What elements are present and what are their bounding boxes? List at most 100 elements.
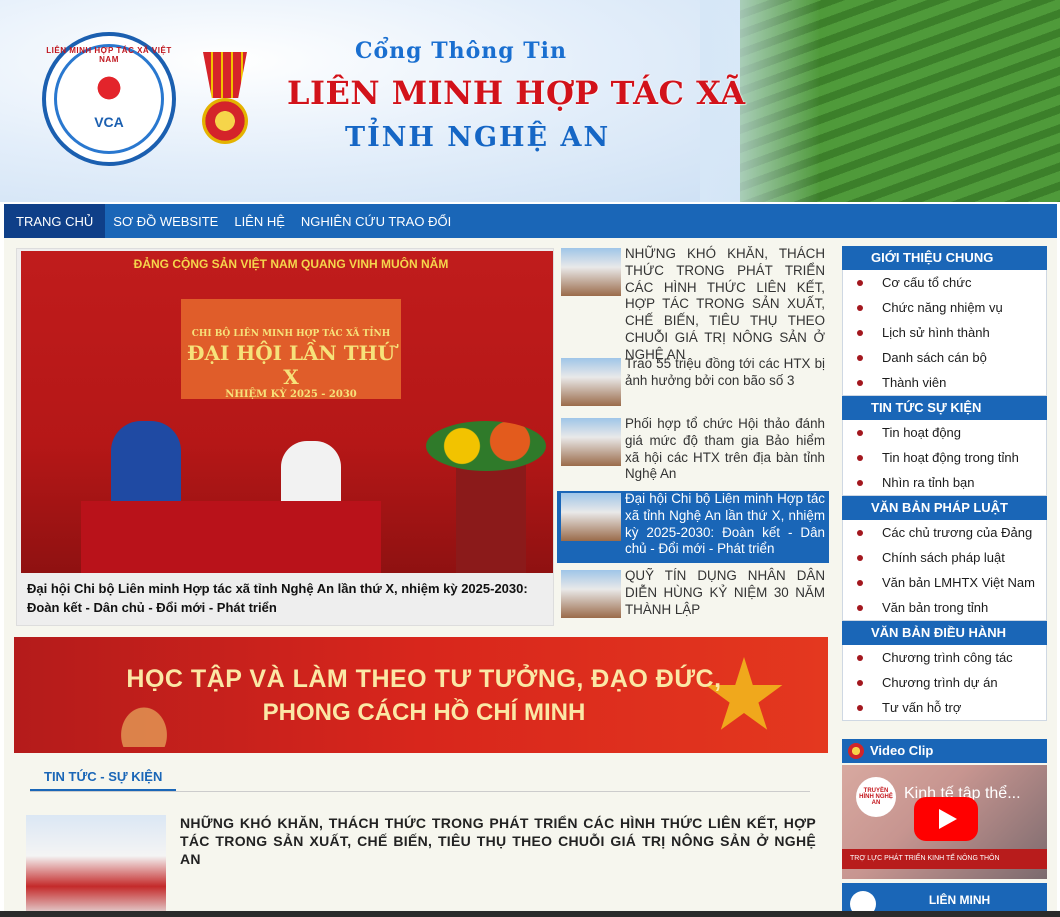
sidebar-item[interactable]: Chính sách pháp luật [843, 545, 1046, 570]
site-title-line2: LIÊN MINH HỢP TÁC XÃ [287, 74, 746, 112]
news-title[interactable]: Phối hợp tổ chức Hội thảo đánh giá mức đ… [625, 416, 825, 490]
video-strip-text: TRỢ LỰC PHÁT TRIỂN KINH TẾ NÔNG THÔN [842, 849, 1047, 869]
news-title[interactable]: NHỮNG KHÓ KHĂN, THÁCH THỨC TRONG PHÁT TR… [625, 246, 825, 362]
bullet-icon [857, 604, 863, 611]
sidebar-heading-legal[interactable]: VĂN BẢN PHÁP LUẬT [842, 496, 1047, 520]
video-player[interactable]: TRUYỀN HÌNH NGHỆ AN Kinh tế tập thể... T… [842, 765, 1047, 879]
promo-line2: PHONG CÁCH HỒ CHÍ MINH [262, 699, 586, 726]
bullet-icon [857, 354, 863, 361]
news-title[interactable]: NHỮNG KHÓ KHĂN, THÁCH THỨC TRONG PHÁT TR… [180, 814, 816, 868]
sidebar-item-label[interactable]: Cơ cấu tổ chức [882, 275, 971, 290]
news-thumbnail[interactable] [561, 570, 621, 618]
header-banner[interactable]: LIÊN MINH HỢP TÁC XÃ VIỆT NAM VCA Cổng T… [0, 0, 1060, 202]
news-thumbnail[interactable] [561, 493, 621, 541]
featured-article[interactable]: ĐẢNG CỘNG SẢN VIỆT NAM QUANG VINH MUÔN N… [16, 248, 554, 626]
news-thumbnail[interactable] [561, 358, 621, 406]
sidebar-item[interactable]: Thành viên [843, 370, 1046, 395]
photo-person [111, 421, 181, 511]
video-heading-label: Video Clip [870, 743, 934, 758]
medal-ribbon [203, 52, 247, 98]
news-title[interactable]: Trao 55 triệu đồng tới các HTX bị ảnh hư… [625, 356, 825, 416]
sidebar-item-label[interactable]: Tư vấn hỗ trợ [882, 700, 961, 715]
list-item[interactable]: Phối hợp tổ chức Hội thảo đánh giá mức đ… [557, 416, 829, 490]
sidebar-item-label[interactable]: Chương trình công tác [882, 650, 1013, 665]
sidebar-item[interactable]: Các chủ trương của Đảng [843, 520, 1046, 545]
bottom-scrollbar[interactable] [0, 911, 1060, 917]
bullet-icon [857, 454, 863, 461]
sidebar-item[interactable]: Tư vấn hỗ trợ [843, 695, 1046, 720]
sidebar-item[interactable]: Văn bản trong tỉnh [843, 595, 1046, 620]
sidebar-item-label[interactable]: Các chủ trương của Đảng [882, 525, 1032, 540]
featured-caption[interactable]: Đại hội Chi bộ Liên minh Hợp tác xã tỉnh… [27, 579, 547, 617]
sidebar-item-label[interactable]: Lịch sử hình thành [882, 325, 990, 340]
sidebar-list-admin: Chương trình công tác Chương trình dự án… [842, 645, 1047, 721]
sidebar-item-label[interactable]: Tin hoạt động trong tỉnh [882, 450, 1019, 465]
photo-table [81, 501, 381, 573]
sidebar-item-label[interactable]: Nhìn ra tỉnh bạn [882, 475, 975, 490]
news-list: NHỮNG KHÓ KHĂN, THÁCH THỨC TRONG PHÁT TR… [557, 246, 829, 626]
site-title-line1: Cổng Thông Tin [355, 38, 568, 64]
video-clip-heading: Video Clip [842, 739, 1047, 763]
stage-line3: NHIỆM KỲ 2025 - 2030 [225, 389, 357, 400]
news-thumbnail[interactable] [561, 418, 621, 466]
nav-item-contact[interactable]: LIÊN HỆ [226, 204, 293, 238]
logo-text: LIÊN MINH HỢP TÁC XÃ VIỆT NAM [46, 46, 172, 64]
list-item-selected[interactable]: Đại hội Chi bộ Liên minh Hợp tác xã tỉnh… [557, 491, 829, 563]
sidebar-item[interactable]: Cơ cấu tổ chức [843, 270, 1046, 295]
sidebar-item[interactable]: Văn bản LMHTX Việt Nam [843, 570, 1046, 595]
site-title-line3: TỈNH NGHỆ AN [345, 122, 611, 153]
sidebar-item[interactable]: Chức năng nhiệm vụ [843, 295, 1046, 320]
promo-line1: HỌC TẬP VÀ LÀM THEO TƯ TƯỞNG, ĐẠO ĐỨC, [126, 665, 722, 693]
bullet-icon [857, 579, 863, 586]
list-item[interactable]: NHỮNG KHÓ KHĂN, THÁCH THỨC TRONG PHÁT TR… [557, 246, 829, 362]
bullet-icon [857, 429, 863, 436]
sidebar-item-label[interactable]: Chính sách pháp luật [882, 550, 1005, 565]
photo-flowers [426, 421, 546, 471]
sidebar-item[interactable]: Nhìn ra tỉnh bạn [843, 470, 1046, 495]
sidebar-list-news: Tin hoạt động Tin hoạt động trong tỉnh N… [842, 420, 1047, 496]
list-item[interactable]: Trao 55 triệu đồng tới các HTX bị ảnh hư… [557, 356, 829, 416]
sidebar-item-label[interactable]: Chức năng nhiệm vụ [882, 300, 1003, 315]
tab-news-events[interactable]: TIN TỨC - SỰ KIỆN [30, 766, 177, 792]
sidebar-item-label[interactable]: Văn bản LMHTX Việt Nam [882, 575, 1035, 590]
ho-chi-minh-promo-banner[interactable]: HỌC TẬP VÀ LÀM THEO TƯ TƯỞNG, ĐẠO ĐỨC, P… [14, 637, 828, 753]
news-section: TIN TỨC - SỰ KIỆN NHỮNG KHÓ KHĂN, THÁCH … [14, 758, 828, 917]
national-emblem-icon [202, 98, 248, 144]
sidebar-heading-intro[interactable]: GIỚI THIỆU CHUNG [842, 246, 1047, 270]
play-icon[interactable] [914, 797, 978, 841]
news-title[interactable]: QUỸ TÍN DỤNG NHÂN DÂN DIỄN HÙNG KỶ NIỆM … [625, 568, 825, 624]
photo-banner-text: ĐẢNG CỘNG SẢN VIỆT NAM QUANG VINH MUÔN N… [133, 257, 449, 271]
sidebar-item-label[interactable]: Văn bản trong tỉnh [882, 600, 988, 615]
bullet-icon [857, 654, 863, 661]
sidebar-item[interactable]: Chương trình dự án [843, 670, 1046, 695]
sidebar-item[interactable]: Tin hoạt động [843, 420, 1046, 445]
nav-item-home[interactable]: TRANG CHỦ [4, 204, 106, 238]
featured-photo[interactable]: ĐẢNG CỘNG SẢN VIỆT NAM QUANG VINH MUÔN N… [21, 251, 553, 573]
sidebar-item[interactable]: Chương trình công tác [843, 645, 1046, 670]
sidebar-item[interactable]: Tin hoạt động trong tỉnh [843, 445, 1046, 470]
bullet-icon [857, 704, 863, 711]
stage-line2: ĐẠI HỘI LẦN THỨ X [187, 341, 395, 389]
bullet-icon [857, 554, 863, 561]
sidebar-heading-admin[interactable]: VĂN BẢN ĐIỀU HÀNH [842, 621, 1047, 645]
vca-logo[interactable]: LIÊN MINH HỢP TÁC XÃ VIỆT NAM VCA [42, 32, 176, 166]
stage-backdrop: CHI BỘ LIÊN MINH HỢP TÁC XÃ TỈNH ĐẠI HỘI… [181, 299, 401, 400]
sidebar-item-label[interactable]: Danh sách cán bộ [882, 350, 987, 365]
news-thumbnail[interactable] [561, 248, 621, 296]
news-title[interactable]: Đại hội Chi bộ Liên minh Hợp tác xã tỉnh… [625, 491, 825, 563]
list-item[interactable]: QUỸ TÍN DỤNG NHÂN DÂN DIỄN HÙNG KỶ NIỆM … [557, 568, 829, 624]
news-thumbnail[interactable] [26, 815, 166, 917]
bullet-icon [857, 479, 863, 486]
bottom-box-label: LIÊN MINH [928, 893, 991, 907]
emblem-icon [848, 743, 864, 759]
stage-line1: CHI BỘ LIÊN MINH HỢP TÁC XÃ TỈNH [191, 329, 391, 339]
sidebar-item[interactable]: Lịch sử hình thành [843, 320, 1046, 345]
sidebar-item-label[interactable]: Tin hoạt động [882, 425, 961, 440]
nav-item-research[interactable]: NGHIÊN CỨU TRAO ĐỔI [293, 204, 459, 238]
sidebar-item-label[interactable]: Chương trình dự án [882, 675, 998, 690]
sidebar-item[interactable]: Danh sách cán bộ [843, 345, 1046, 370]
sidebar-heading-news[interactable]: TIN TỨC SỰ KIỆN [842, 396, 1047, 420]
medal-emblem-icon [193, 52, 257, 152]
nav-item-sitemap[interactable]: SƠ ĐỒ WEBSITE [105, 204, 226, 238]
sidebar-item-label[interactable]: Thành viên [882, 375, 946, 390]
